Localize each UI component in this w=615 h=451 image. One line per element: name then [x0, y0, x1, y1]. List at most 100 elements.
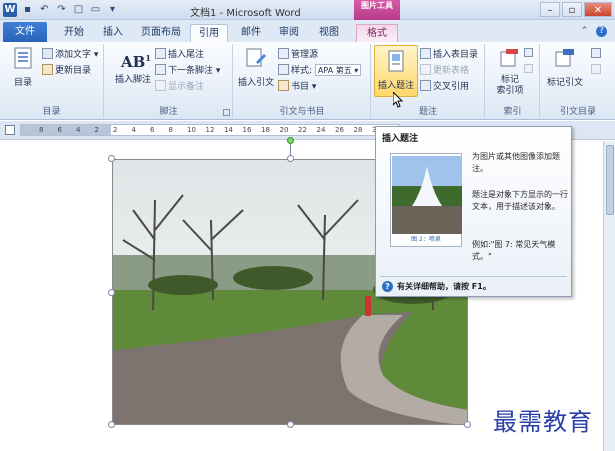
maximize-button[interactable]: ▫: [562, 2, 582, 17]
tab-file[interactable]: 文件: [3, 22, 47, 42]
tab-insert[interactable]: 插入: [96, 24, 130, 42]
ribbon-minimize-icon[interactable]: ⌃: [579, 26, 590, 37]
tab-selector[interactable]: [5, 125, 15, 135]
help-icon-small: ?: [382, 281, 393, 292]
resize-handle-bottom-left[interactable]: [108, 421, 115, 428]
tab-format[interactable]: 格式: [356, 24, 398, 42]
mouse-cursor-icon: [393, 92, 404, 108]
help-icon[interactable]: ?: [596, 26, 607, 37]
ruler-numbers: 86422468101214161820222426283032: [21, 125, 399, 135]
tab-references[interactable]: 引用: [190, 24, 228, 42]
mark-citation-button[interactable]: 标记引文: [545, 46, 585, 88]
update-table-icon: [420, 64, 431, 75]
group-captions-label: 题注: [418, 107, 437, 117]
insert-index-icon[interactable]: [524, 48, 533, 57]
insert-caption-button[interactable]: 插入题注: [374, 45, 418, 97]
tab-view[interactable]: 视图: [312, 24, 346, 42]
style-dropdown[interactable]: APA 第五 ▾: [314, 64, 362, 76]
toc-icon: [14, 47, 32, 69]
save-icon[interactable]: ▪: [21, 3, 34, 16]
footnotes-dialog-launcher[interactable]: [223, 109, 230, 116]
style-selector[interactable]: 样式: APA 第五 ▾: [278, 64, 362, 77]
ribbon-references: 目录 添加文字 ▾ 更新目录 目录 AB1 插入脚注 插入尾注 下一条脚注 ▾ …: [0, 42, 615, 120]
tab-review[interactable]: 审阅: [272, 24, 306, 42]
open-folder-icon[interactable]: ▭: [89, 3, 102, 16]
ruler-number: 28: [353, 126, 363, 134]
resize-handle-bottom-right[interactable]: [464, 421, 471, 428]
bibliography-button[interactable]: 书目 ▾: [278, 80, 316, 93]
group-citations: 插入引文 管理源 样式: APA 第五 ▾ 书目 ▾ 引文与书目: [234, 44, 371, 118]
cross-reference-button[interactable]: 交叉引用: [420, 80, 469, 93]
show-notes-button[interactable]: 显示备注: [155, 80, 204, 93]
vertical-scrollbar[interactable]: [603, 141, 615, 451]
window-controls: – ▫ ✕: [540, 2, 612, 17]
toc-button[interactable]: 目录: [8, 46, 38, 88]
horizontal-ruler[interactable]: 86422468101214161820222426283032: [20, 124, 400, 136]
picture-tools-context-label: 图片工具: [354, 0, 400, 20]
mark-citation-icon: [555, 49, 574, 67]
insert-footnote-button[interactable]: AB1 插入脚注: [111, 46, 155, 85]
resize-handle-bottom[interactable]: [287, 421, 294, 428]
undo-icon[interactable]: ↶: [38, 3, 51, 16]
update-authorities-icon[interactable]: [591, 64, 601, 74]
tab-home[interactable]: 开始: [56, 24, 92, 42]
insert-authorities-icon[interactable]: [591, 48, 601, 58]
mark-entry-icon: [500, 49, 518, 67]
update-table-button[interactable]: 更新表格: [420, 64, 469, 77]
update-toc-button[interactable]: 更新目录: [42, 64, 91, 77]
word-app-icon[interactable]: W: [3, 3, 17, 17]
redo-icon[interactable]: ↷: [55, 3, 68, 16]
ruler-number: 4: [76, 126, 81, 134]
ruler-number: 22: [298, 126, 307, 134]
ruler-number: 2: [94, 126, 99, 134]
insert-citation-button[interactable]: 插入引文: [236, 46, 276, 88]
scrollbar-thumb[interactable]: [606, 145, 614, 215]
tab-page-layout[interactable]: 页面布局: [136, 24, 186, 42]
fountain-preview-image: [392, 156, 462, 234]
add-text-icon: [42, 48, 53, 59]
resize-handle-top-left[interactable]: [108, 155, 115, 162]
minimize-button[interactable]: –: [540, 2, 560, 17]
ruler-number: 2: [113, 126, 118, 134]
ruler-number: 6: [57, 126, 62, 134]
group-index: 标记 索引项 索引: [486, 44, 540, 118]
ribbon-right-controls: ⌃ ?: [579, 26, 607, 37]
add-text-button[interactable]: 添加文字 ▾: [42, 48, 98, 61]
tooltip-description-1: 为图片或其他图像添加题注。: [472, 152, 560, 173]
ruler-number: 16: [242, 126, 252, 134]
next-footnote-button[interactable]: 下一条脚注 ▾: [155, 64, 220, 77]
citation-icon: [246, 48, 266, 67]
insert-endnote-button[interactable]: 插入尾注: [155, 48, 204, 61]
insert-table-of-figures-button[interactable]: 插入表目录: [420, 48, 478, 61]
manage-sources-button[interactable]: 管理源: [278, 48, 318, 61]
rotation-handle[interactable]: [287, 137, 294, 144]
table-of-figures-icon: [420, 48, 431, 59]
resize-handle-top[interactable]: [287, 155, 294, 162]
group-toc-label: 目录: [42, 107, 61, 117]
update-index-icon[interactable]: [524, 64, 533, 73]
update-toc-icon: [42, 64, 53, 75]
watermark-text: 最需教育: [493, 408, 593, 436]
resize-handle-left[interactable]: [108, 289, 115, 296]
ruler-number: 12: [205, 126, 215, 134]
tab-mailings[interactable]: 邮件: [234, 24, 268, 42]
window-title: 文档1 - Microsoft Word: [190, 8, 301, 19]
close-button[interactable]: ✕: [584, 2, 612, 17]
group-footnotes-label: 脚注: [159, 107, 178, 117]
ribbon-tabs: 文件 开始 插入 页面布局 引用 邮件 审阅 视图 格式 ⌃ ?: [0, 20, 615, 42]
tooltip-preview: 图 2：喷泉: [390, 153, 462, 247]
ruler-number: 6: [150, 126, 155, 134]
tooltip-preview-caption: 图 2：喷泉: [411, 236, 441, 243]
insert-caption-icon: [388, 50, 404, 72]
ruler-number: 10: [187, 126, 196, 134]
customize-qat-icon[interactable]: ▾: [106, 3, 119, 16]
tooltip-example: 例如:"图 7: 常见天气模式。": [472, 240, 556, 261]
new-document-icon[interactable]: □: [72, 3, 85, 16]
title-bar: W ▪ ↶ ↷ □ ▭ ▾ 文档1 - Microsoft Word 图片工具 …: [0, 0, 615, 20]
tooltip-title: 插入题注: [382, 134, 419, 144]
show-notes-icon: [155, 80, 166, 91]
tooltip-help: ? 有关详细帮助，请按 F1。: [382, 281, 491, 292]
group-footnotes: AB1 插入脚注 插入尾注 下一条脚注 ▾ 显示备注 脚注: [105, 44, 233, 118]
ruler-number: 26: [335, 126, 344, 134]
footnote-icon: AB1: [121, 53, 151, 71]
